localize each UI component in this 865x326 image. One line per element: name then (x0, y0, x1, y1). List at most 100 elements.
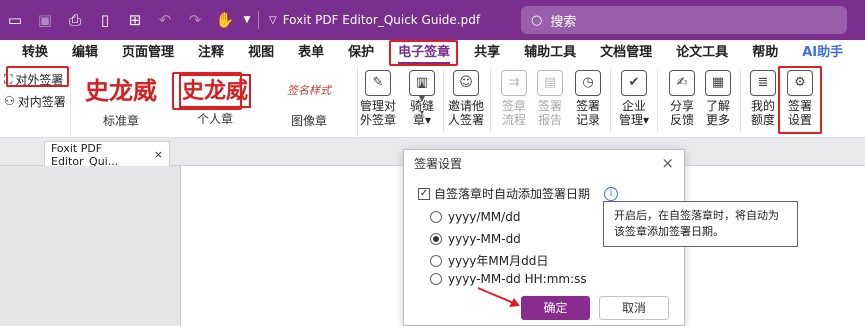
open-folder-icon[interactable]: ▭ (0, 0, 30, 40)
auto-date-checkbox[interactable]: ✓ (418, 187, 430, 200)
tooltip-line1: 开启后，在自签落章时，将自动为 (614, 209, 779, 222)
enterprise-management-button[interactable]: ✔ 企业 管理▾ (614, 68, 654, 127)
dialog-title: 签署设置 (414, 156, 463, 171)
search-placeholder: 搜索 (550, 14, 577, 30)
my-quota-line1: 我的 (750, 99, 775, 113)
stamp-standard-caption: 标准章 (102, 114, 139, 128)
redo-icon[interactable]: ↷ (180, 0, 210, 40)
invite-others-line1: 邀请他 (447, 99, 484, 113)
ribbon: ⛶ 对外签署 ⚇ 对内签署 史龙威 标准章 史龙威 个人章 签名样式 图像章 ▲… (0, 66, 865, 138)
learn-more-button[interactable]: ▦ 了解 更多 (698, 68, 738, 127)
document-tab-label: Foxit PDF Editor_Qui... (51, 141, 119, 168)
seal-flow-line2: 流程 (501, 113, 526, 127)
document-title: ▽ Foxit PDF Editor_Quick Guide.pdf (269, 13, 480, 27)
auto-date-option[interactable]: ✓ 自签落章时自动添加签署日期 i (418, 185, 619, 202)
seal-flow-button[interactable]: ⇉ 签章 流程 (494, 68, 534, 127)
tab-help[interactable]: 帮助 (740, 40, 790, 66)
ribbon-separator (657, 70, 658, 132)
print-icon[interactable]: ⎙ (60, 0, 90, 40)
tab-page-management[interactable]: 页面管理 (110, 40, 186, 66)
my-quota-line2: 额度 (750, 113, 775, 127)
seal-manage-icon: ✎ (365, 70, 391, 96)
sign-settings-button[interactable]: ⚙ 签署 设置 (780, 68, 820, 127)
format-option-3[interactable]: yyyy年MM月dd日 (430, 252, 548, 269)
seam-seal-line2: 章▾ (412, 113, 432, 127)
stamp-personal-signature: 史龙威 (179, 74, 251, 108)
search-box[interactable]: ○ 搜索 (521, 6, 847, 34)
my-quota-button[interactable]: ≣ 我的 额度 (743, 68, 783, 127)
ok-button[interactable]: 确定 (521, 296, 590, 320)
manage-external-seal-line1: 管理对 (359, 99, 396, 113)
stamp-image-caption: 图像章 (290, 114, 327, 128)
format-radio-3[interactable] (430, 254, 442, 267)
doc-dropdown-icon[interactable]: ▽ (269, 15, 277, 26)
enterprise-icon: ✔ (621, 70, 647, 96)
chevron-down-icon[interactable]: ▼ (240, 0, 254, 40)
outgoing-sign-button[interactable]: ⛶ 对外签署 (4, 68, 68, 90)
close-icon[interactable]: × (154, 148, 163, 161)
tab-share[interactable]: 共享 (462, 40, 512, 66)
ribbon-separator (610, 70, 611, 132)
document-tab[interactable]: Foxit PDF Editor_Qui... × (44, 141, 170, 168)
seal-flow-line1: 签章 (501, 99, 526, 113)
manage-external-seal-button[interactable]: ✎ 管理对 外签章 (358, 68, 398, 127)
tooltip-line2: 该签章添加签署日期。 (614, 225, 724, 238)
stamp-image-signature: 签名样式 (287, 84, 331, 97)
tab-view[interactable]: 视图 (236, 40, 286, 66)
cancel-button[interactable]: 取消 (599, 296, 669, 320)
internal-sign-button[interactable]: ⚇ 对内签署 (4, 90, 68, 112)
seam-seal-line1: 骑缝 (409, 99, 434, 113)
tab-protect[interactable]: 保护 (336, 40, 386, 66)
new-document-icon[interactable]: ⊞ (120, 0, 150, 40)
sign-record-button[interactable]: ◷ 签署 记录 (568, 68, 608, 127)
stamp-gallery: 史龙威 标准章 史龙威 个人章 签名样式 图像章 ▲ ▼ ▾ (70, 66, 425, 138)
seam-seal-icon: ▥ (409, 70, 435, 96)
annotation-arrow (477, 287, 520, 307)
tab-edit[interactable]: 编辑 (60, 40, 110, 66)
info-icon[interactable]: i (604, 186, 619, 201)
internal-sign-icon: ⚇ (4, 94, 15, 108)
tab-ai-assistant[interactable]: AI助手 (790, 40, 855, 66)
format-radio-4[interactable] (430, 273, 442, 285)
stamp-image[interactable]: 签名样式 图像章 (263, 72, 355, 129)
ribbon-separator (740, 70, 741, 132)
tab-comment[interactable]: 注释 (186, 40, 236, 66)
tab-form[interactable]: 表单 (286, 40, 336, 66)
quota-icon: ≣ (750, 70, 776, 96)
sign-report-button[interactable]: ▤ 签署 报告 (530, 68, 570, 127)
tab-e-signature[interactable]: 电子签章 (386, 40, 462, 66)
format-option-2[interactable]: yyyy-MM-dd (430, 232, 521, 246)
learn-more-line2: 更多 (705, 113, 730, 127)
new-from-file-icon[interactable]: ▯ (90, 0, 120, 40)
stamp-standard[interactable]: 史龙威 标准章 (75, 72, 167, 129)
share-feedback-line1: 分享 (669, 99, 694, 113)
stamp-personal[interactable]: 史龙威 个人章 (169, 72, 261, 127)
search-icon: ○ (531, 12, 543, 28)
format-label-1: yyyy/MM/dd (448, 210, 521, 224)
sign-settings-line1: 签署 (787, 99, 812, 113)
tab-accessibility[interactable]: 辅助工具 (512, 40, 588, 66)
tab-paper-tools[interactable]: 论文工具 (664, 40, 740, 66)
enterprise-management-line1: 企业 (621, 99, 646, 113)
invite-others-button[interactable]: ☺ 邀请他 人签署 (446, 68, 486, 127)
invite-others-line2: 人签署 (447, 113, 484, 127)
close-icon[interactable]: × (661, 154, 674, 172)
hand-tool-icon[interactable]: ✋ (210, 0, 240, 40)
undo-icon[interactable]: ↶ (150, 0, 180, 40)
format-option-1[interactable]: yyyy/MM/dd (430, 210, 520, 224)
dialog-header: 签署设置 × (404, 150, 684, 176)
outgoing-sign-label: 对外签署 (15, 72, 64, 87)
format-radio-1[interactable] (430, 211, 442, 223)
save-icon[interactable]: ▣ (30, 0, 60, 40)
seam-seal-button[interactable]: ▥ 骑缝 章▾ (402, 68, 442, 127)
format-radio-2[interactable] (430, 233, 442, 245)
tab-convert[interactable]: 转换 (10, 40, 60, 66)
flow-icon: ⇉ (501, 70, 527, 96)
tab-document-management[interactable]: 文档管理 (588, 40, 664, 66)
menu-bar: 转换 编辑 页面管理 注释 视图 表单 保护 电子签章 共享 辅助工具 文档管理… (0, 40, 865, 66)
share-feedback-button[interactable]: ✍ 分享 反馈 (662, 68, 702, 127)
invite-user-icon: ☺ (453, 70, 479, 96)
manage-external-seal-line2: 外签章 (359, 113, 396, 127)
format-option-4[interactable]: yyyy-MM-dd HH:mm:ss (430, 272, 587, 286)
stamp-personal-caption: 个人章 (196, 112, 233, 126)
